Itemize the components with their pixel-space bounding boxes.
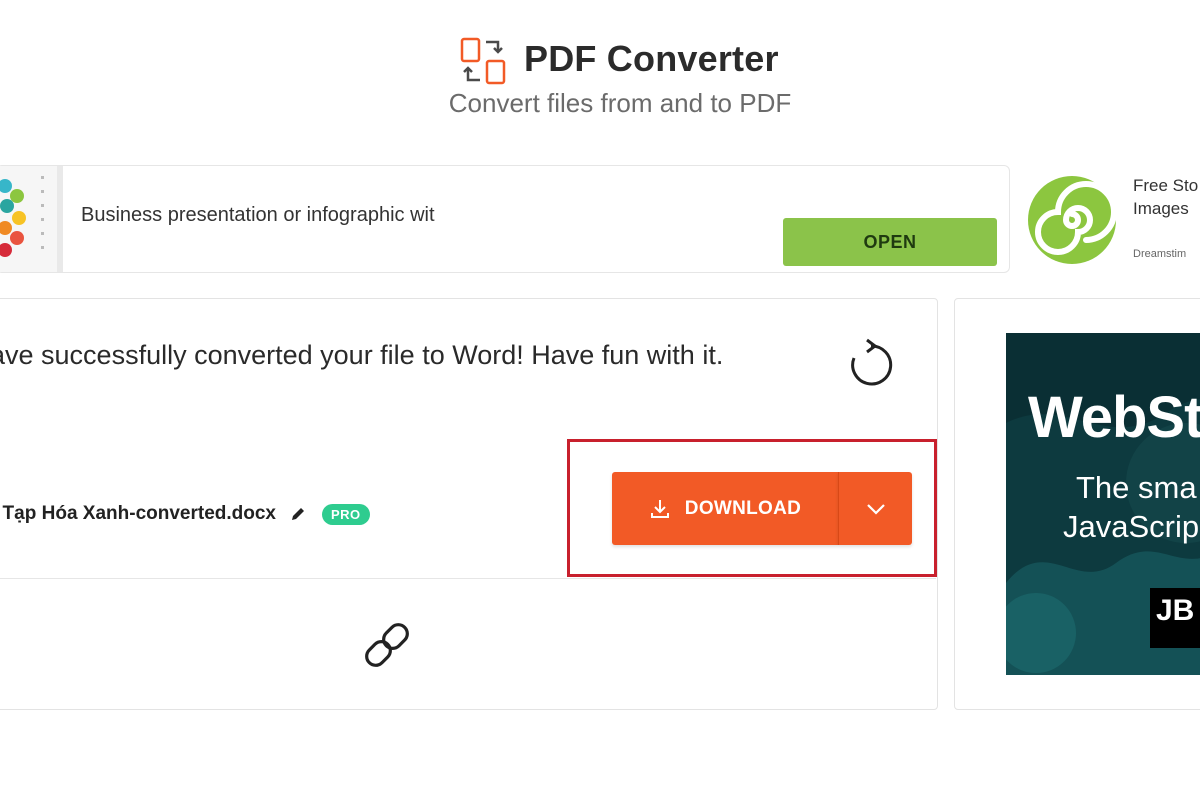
download-label: DOWNLOAD bbox=[684, 497, 802, 519]
download-button[interactable]: DOWNLOAD bbox=[612, 472, 838, 545]
ad-side-title-line1: Free Sto bbox=[1133, 176, 1199, 195]
success-message: ave successfully converted your file to … bbox=[0, 340, 724, 370]
ad-side-brand: Dreamstim bbox=[1133, 248, 1187, 260]
link-icon[interactable] bbox=[358, 616, 416, 674]
ad-thumbnail bbox=[0, 166, 63, 272]
app-subtitle: Convert files from and to PDF bbox=[448, 88, 792, 118]
infographic-thumbnail-icon bbox=[0, 166, 63, 272]
refresh-icon[interactable] bbox=[844, 338, 898, 392]
ad-banner[interactable]: Business presentation or infographic wit… bbox=[0, 165, 1010, 273]
side-ad-title: WebSt bbox=[1028, 385, 1200, 450]
spiral-logo-icon[interactable] bbox=[1024, 172, 1120, 268]
side-ad-line1: The sma bbox=[1076, 470, 1197, 505]
pro-badge: PRO bbox=[322, 503, 370, 525]
download-options-dropdown[interactable] bbox=[838, 472, 912, 545]
side-ad-line2: JavaScrip bbox=[1063, 509, 1200, 544]
file-name[interactable]: ị Tạp Hóa Xanh-converted.docx bbox=[0, 503, 276, 525]
chevron-down-icon bbox=[866, 503, 885, 515]
ad-side-title[interactable]: Free Sto Images bbox=[1133, 174, 1200, 220]
app-title: PDF Converter bbox=[524, 38, 779, 79]
ad-open-button[interactable]: OPEN bbox=[783, 218, 997, 266]
pdf-converter-logo-icon bbox=[460, 37, 506, 85]
pencil-icon[interactable] bbox=[290, 506, 306, 522]
ad-text[interactable]: Business presentation or infographic wit bbox=[81, 204, 435, 227]
jetbrains-logo: JB bbox=[1150, 588, 1200, 648]
divider bbox=[0, 578, 936, 579]
download-icon bbox=[650, 499, 669, 518]
file-row: ị Tạp Hóa Xanh-converted.docx PRO bbox=[0, 500, 370, 528]
ad-side-title-line2: Images bbox=[1133, 199, 1189, 218]
